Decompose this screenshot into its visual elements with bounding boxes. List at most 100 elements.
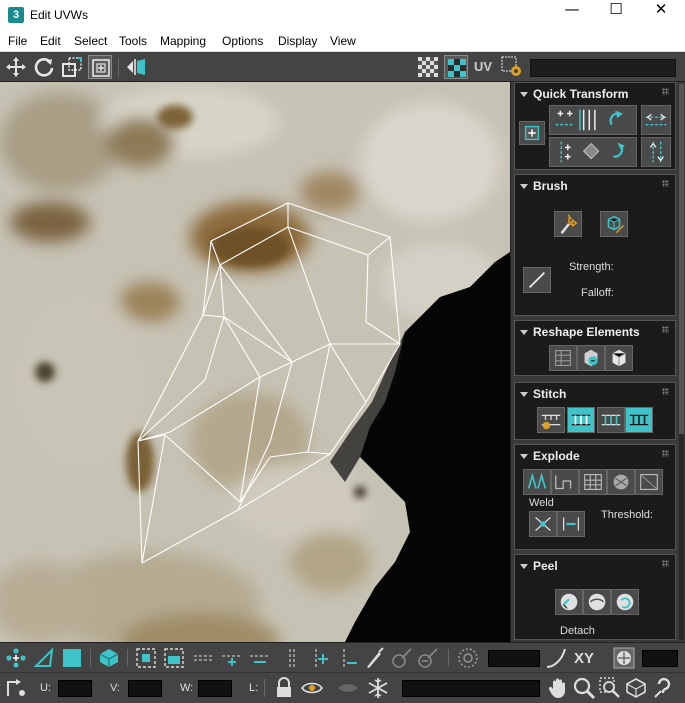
ring-shrink-icon[interactable] — [336, 646, 360, 670]
menu-options[interactable]: Options — [222, 34, 263, 48]
weld-target-button[interactable] — [557, 511, 585, 537]
ring-select-icon[interactable] — [280, 646, 304, 670]
xy-space-label[interactable]: XY — [574, 650, 594, 667]
soft-selection-value-field[interactable] — [488, 650, 540, 667]
panel-scrollbar[interactable] — [679, 84, 684, 640]
element-mode-icon[interactable] — [97, 646, 121, 670]
paint-select-grow-icon[interactable] — [390, 646, 414, 670]
flatten-by-material-button[interactable] — [607, 469, 635, 495]
explode-to-polygons-button[interactable] — [551, 469, 579, 495]
menu-view[interactable]: View — [330, 34, 356, 48]
menu-display[interactable]: Display — [278, 34, 317, 48]
rollout-grip-icon[interactable] — [662, 180, 669, 187]
freeze-icon[interactable] — [366, 676, 390, 700]
freeform-icon[interactable] — [88, 55, 112, 79]
zoom-icon[interactable] — [572, 676, 596, 700]
quick-transform-header[interactable]: Quick Transform — [520, 87, 628, 101]
lock-selection-icon[interactable] — [272, 676, 296, 700]
loop-grow-icon[interactable] — [220, 646, 244, 670]
u-value-field[interactable] — [58, 680, 92, 697]
rollout-grip-icon[interactable] — [662, 388, 669, 395]
stitch-to-target-button[interactable] — [625, 407, 653, 433]
maximize-button[interactable]: ☐ — [593, 0, 639, 30]
rollout-grip-icon[interactable] — [662, 88, 669, 95]
falloff-space-icon[interactable] — [612, 646, 636, 670]
zoom-region-icon[interactable] — [598, 676, 622, 700]
stitch-custom-button[interactable] — [537, 407, 565, 433]
soft-selection-icon[interactable] — [456, 646, 480, 670]
panel-scrollbar-thumb[interactable] — [679, 84, 684, 434]
reset-peel-button[interactable] — [611, 589, 639, 615]
brush-falloff-curve-button[interactable] — [523, 267, 551, 293]
close-button[interactable]: ✕ — [638, 0, 684, 30]
filter-selected-faces-icon[interactable] — [336, 676, 360, 700]
edge-mode-icon[interactable] — [32, 646, 56, 670]
relax-brush-button[interactable] — [600, 211, 628, 237]
straighten-selection-button[interactable] — [549, 345, 577, 371]
help-icon[interactable] — [652, 676, 676, 700]
l-label: L: — [249, 682, 259, 694]
minimize-button[interactable]: — — [549, 0, 595, 30]
toolbar-separator — [118, 58, 119, 76]
mirror-icon[interactable] — [124, 55, 148, 79]
weld-selected-button[interactable] — [529, 511, 557, 537]
falloff-curve-icon[interactable] — [544, 646, 568, 670]
menu-edit[interactable]: Edit — [40, 34, 61, 48]
stitch-header[interactable]: Stitch — [520, 387, 566, 401]
rollout-grip-icon[interactable] — [662, 326, 669, 333]
freeform-mode-button[interactable] — [519, 121, 545, 145]
quick-peel-button[interactable] — [555, 589, 583, 615]
move-icon[interactable] — [4, 55, 28, 79]
stitch-to-average-button[interactable] — [597, 407, 625, 433]
w-value-field[interactable] — [198, 680, 232, 697]
break-button[interactable] — [523, 469, 551, 495]
pan-hand-icon[interactable] — [546, 676, 570, 700]
zoom-extents-icon[interactable] — [624, 676, 648, 700]
polygon-mode-icon[interactable] — [60, 646, 84, 670]
rotate-icon[interactable] — [32, 55, 56, 79]
uv-canvas[interactable] — [0, 82, 510, 642]
menu-file[interactable]: File — [8, 34, 27, 48]
checker-pattern-icon[interactable] — [416, 55, 440, 79]
menu-tools[interactable]: Tools — [119, 34, 147, 48]
peel-header[interactable]: Peel — [520, 559, 558, 573]
explode-header[interactable]: Explode — [520, 449, 580, 463]
loop-select-icon[interactable] — [192, 646, 216, 670]
space-vertical-button[interactable] — [641, 137, 671, 167]
transform-mode-icon[interactable] — [4, 676, 28, 700]
menu-mapping[interactable]: Mapping — [160, 34, 206, 48]
paint-select-shrink-icon[interactable] — [416, 646, 440, 670]
element-filter-dropdown[interactable] — [402, 680, 540, 697]
align-icons-row-top[interactable] — [549, 105, 637, 135]
stitch-to-source-button[interactable] — [567, 407, 595, 433]
loop-shrink-icon[interactable] — [248, 646, 272, 670]
uv-label[interactable]: UV — [474, 59, 492, 74]
flatten-by-smoothing-groups-button[interactable] — [579, 469, 607, 495]
reshape-header[interactable]: Reshape Elements — [520, 325, 640, 339]
rollout-grip-icon[interactable] — [662, 450, 669, 457]
ring-grow-icon[interactable] — [308, 646, 332, 670]
vertex-mode-icon[interactable] — [4, 646, 28, 670]
flatten-custom-button[interactable] — [635, 469, 663, 495]
falloff-value-field[interactable] — [642, 650, 678, 667]
relax-element-button[interactable] — [577, 345, 605, 371]
brush-header[interactable]: Brush — [520, 179, 568, 193]
menu-select[interactable]: Select — [74, 34, 107, 48]
align-icons-row-bottom[interactable] — [549, 137, 637, 167]
peel-mode-button[interactable] — [583, 589, 611, 615]
texture-checker-icon[interactable] — [444, 55, 468, 79]
paint-move-button[interactable] — [554, 211, 582, 237]
relax-until-flat-button[interactable] — [605, 345, 633, 371]
grow-selection-icon[interactable] — [134, 646, 158, 670]
paint-select-icon[interactable] — [362, 646, 386, 670]
space-horizontal-button[interactable] — [641, 105, 671, 135]
scale-icon[interactable] — [60, 55, 84, 79]
settings-gear-icon[interactable] — [500, 55, 524, 79]
hide-unselected-icon[interactable] — [300, 676, 324, 700]
rollout-grip-icon[interactable] — [662, 560, 669, 567]
texture-dropdown[interactable] — [530, 59, 676, 77]
v-value-field[interactable] — [128, 680, 162, 697]
shrink-selection-icon[interactable] — [162, 646, 186, 670]
detach-label: Detach — [560, 625, 595, 637]
uv-editor-viewport[interactable] — [0, 82, 510, 642]
